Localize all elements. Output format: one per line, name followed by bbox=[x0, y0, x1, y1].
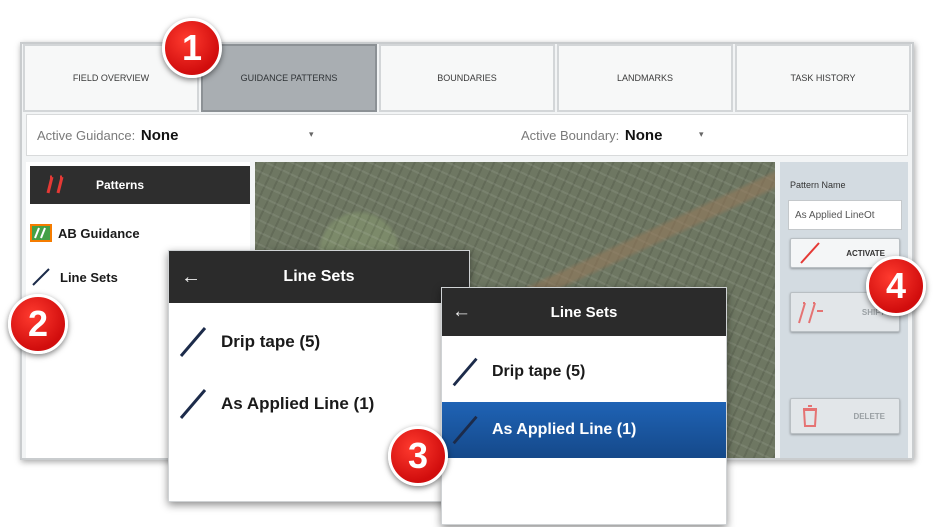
delete-button[interactable]: DELETE bbox=[790, 398, 900, 434]
callout-badge: 1 bbox=[162, 18, 222, 78]
line-sets-title: Line Sets bbox=[550, 303, 618, 321]
list-item-as-applied-line[interactable]: As Applied Line (1) bbox=[169, 377, 469, 431]
active-guidance-value: None bbox=[140, 127, 179, 144]
trash-icon bbox=[802, 405, 818, 427]
patterns-label: Patterns bbox=[96, 178, 145, 192]
delete-label: DELETE bbox=[853, 411, 885, 421]
sidebar-item-label: Line Sets bbox=[60, 269, 118, 285]
chevron-down-icon[interactable]: ▾ bbox=[699, 129, 704, 140]
sidebar-item-ab-guidance[interactable]: AB Guidance bbox=[30, 218, 140, 248]
stage: FIELD OVERVIEW GUIDANCE PATTERNS BOUNDAR… bbox=[0, 0, 938, 527]
active-boundary-value: None bbox=[624, 127, 663, 144]
patterns-header[interactable]: Patterns bbox=[30, 166, 250, 204]
active-guidance-bar: Active Guidance: None ▾ Active Boundary:… bbox=[26, 114, 908, 156]
tab-guidance-patterns[interactable]: GUIDANCE PATTERNS bbox=[201, 44, 377, 112]
list-item-as-applied-line-selected[interactable]: As Applied Line (1) bbox=[442, 402, 726, 458]
line-icon bbox=[179, 389, 207, 419]
callout-badge: 2 bbox=[8, 294, 68, 354]
line-sets-panel-2: ← Line Sets Drip tape (5) As Applied Lin… bbox=[441, 287, 727, 525]
active-guidance-label: Active Guidance: bbox=[37, 128, 136, 143]
callout-badge: 4 bbox=[866, 256, 926, 316]
line-icon bbox=[32, 268, 50, 286]
activate-label: ACTIVATE bbox=[846, 248, 885, 258]
active-boundary-dropdown[interactable]: Active Boundary: None bbox=[521, 127, 662, 144]
sidebar-item-line-sets[interactable]: Line Sets bbox=[30, 262, 118, 292]
tab-bar: FIELD OVERVIEW GUIDANCE PATTERNS BOUNDAR… bbox=[22, 44, 912, 112]
chevron-down-icon[interactable]: ▾ bbox=[309, 129, 314, 140]
line-sets-title: Line Sets bbox=[283, 268, 355, 285]
tab-boundaries[interactable]: BOUNDARIES bbox=[379, 44, 555, 112]
tab-task-history[interactable]: TASK HISTORY bbox=[735, 44, 911, 112]
line-sets-header: ← Line Sets bbox=[442, 288, 726, 336]
list-item-label: As Applied Line (1) bbox=[492, 421, 637, 438]
list-item-drip-tape[interactable]: Drip tape (5) bbox=[169, 315, 469, 369]
tab-landmarks[interactable]: LANDMARKS bbox=[557, 44, 733, 112]
list-item-label: Drip tape (5) bbox=[221, 332, 321, 351]
shift-icon bbox=[798, 302, 823, 324]
list-item-drip-tape[interactable]: Drip tape (5) bbox=[442, 344, 726, 400]
active-guidance-dropdown[interactable]: Active Guidance: None bbox=[37, 127, 178, 144]
ab-guidance-icon bbox=[30, 224, 52, 242]
list-item-label: As Applied Line (1) bbox=[221, 394, 375, 413]
line-icon bbox=[452, 357, 478, 387]
pattern-name-field[interactable]: As Applied LineOt bbox=[788, 200, 902, 230]
callout-badge: 3 bbox=[388, 426, 448, 486]
active-boundary-label: Active Boundary: bbox=[521, 128, 620, 143]
line-icon bbox=[800, 242, 820, 264]
line-icon bbox=[179, 327, 207, 357]
line-sets-header: ← Line Sets bbox=[169, 251, 469, 303]
list-item-label: Drip tape (5) bbox=[492, 363, 586, 380]
patterns-icon bbox=[44, 173, 68, 197]
line-icon bbox=[452, 415, 478, 445]
sidebar-item-label: AB Guidance bbox=[58, 225, 140, 241]
pattern-name-label: Pattern Name bbox=[790, 180, 846, 190]
